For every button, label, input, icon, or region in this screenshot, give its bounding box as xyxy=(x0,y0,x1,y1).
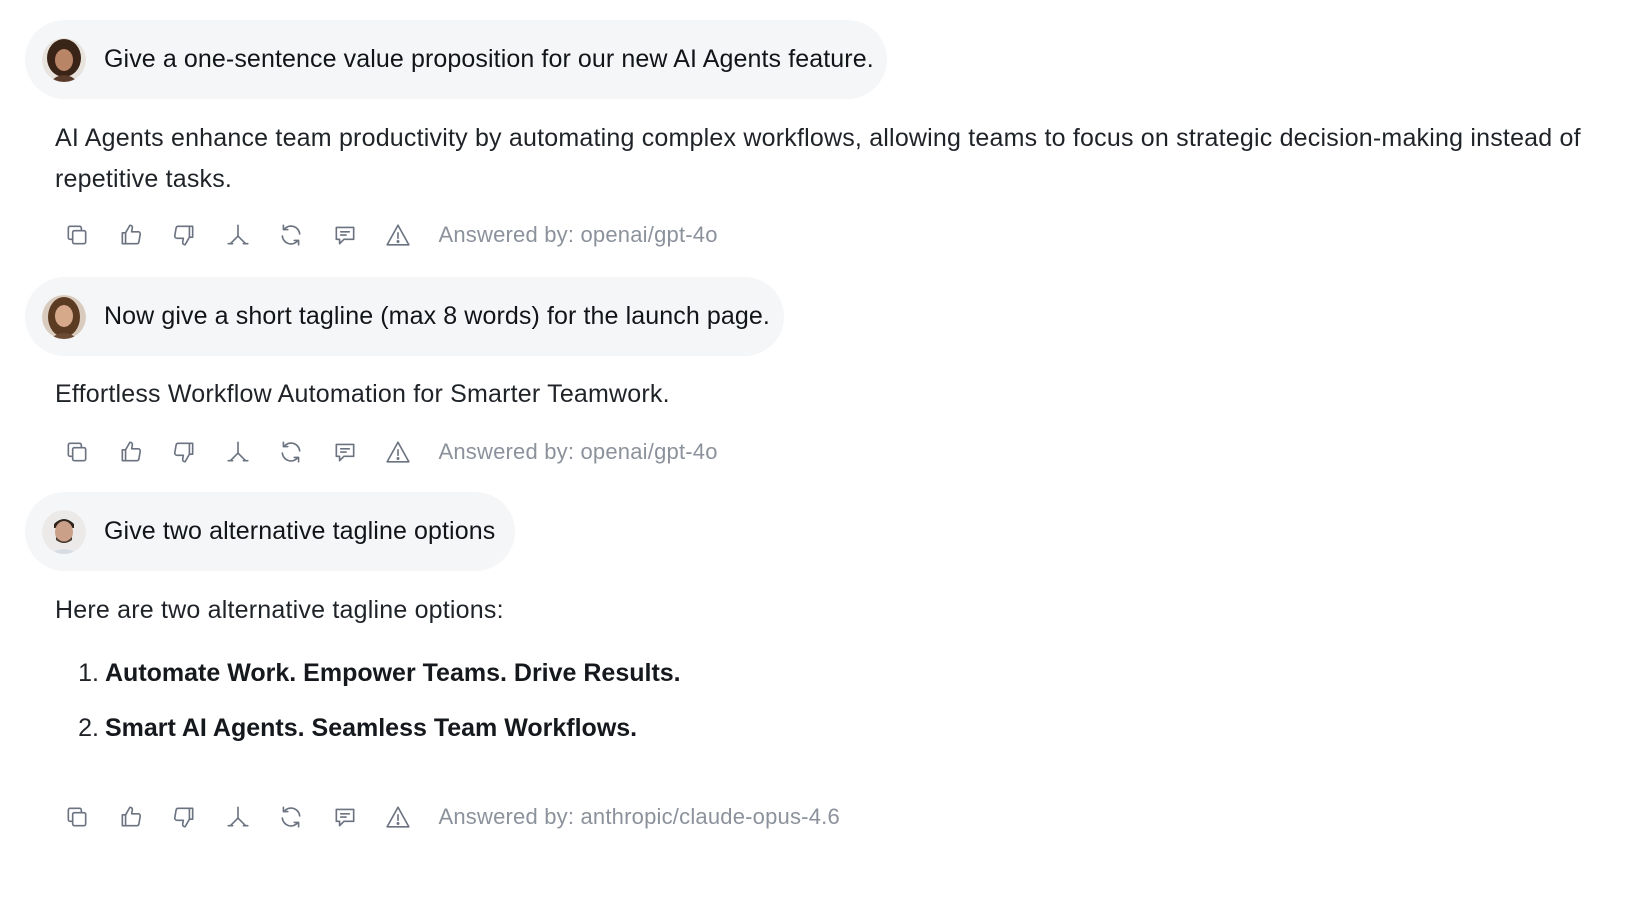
message-actions: Answered by: openai/gpt-4o xyxy=(62,437,718,467)
regenerate-icon xyxy=(281,806,301,828)
copy-button[interactable] xyxy=(62,437,92,467)
comment-button[interactable] xyxy=(330,437,360,467)
user-message-text: Now give a short tagline (max 8 words) f… xyxy=(104,302,770,330)
branch-button[interactable] xyxy=(223,437,253,467)
user-avatar xyxy=(42,294,86,339)
comment-button[interactable] xyxy=(330,802,360,832)
thumbs-up-button[interactable] xyxy=(116,437,146,467)
assistant-message-text: Effortless Workflow Automation for Smart… xyxy=(55,380,670,408)
thumbs-down-icon xyxy=(173,807,194,828)
copy-icon xyxy=(67,807,87,827)
copy-button[interactable] xyxy=(62,802,92,832)
user-message: Give a one-sentence value proposition fo… xyxy=(25,20,887,99)
copy-icon xyxy=(67,225,87,245)
branch-icon xyxy=(226,806,249,827)
comment-button[interactable] xyxy=(330,220,360,250)
answered-by-label: Answered by: openai/gpt-4o xyxy=(438,222,718,247)
user-avatar xyxy=(42,509,86,554)
assistant-message-text: AI Agents enhance team productivity by a… xyxy=(55,124,1581,193)
branch-icon xyxy=(226,441,249,462)
list-item-number: 1. xyxy=(78,659,99,687)
chat-thread: Give a one-sentence value proposition fo… xyxy=(0,0,1626,904)
thumbs-up-icon xyxy=(121,441,141,462)
branch-button[interactable] xyxy=(223,220,253,250)
user-message: Now give a short tagline (max 8 words) f… xyxy=(25,277,784,356)
comment-icon xyxy=(335,443,354,462)
regenerate-icon xyxy=(281,441,301,463)
message-actions: Answered by: anthropic/claude-opus-4.6 xyxy=(62,802,840,832)
user-avatar xyxy=(42,37,86,82)
thumbs-up-button[interactable] xyxy=(116,220,146,250)
regenerate-button[interactable] xyxy=(276,437,306,467)
thumbs-down-button[interactable] xyxy=(169,220,199,250)
list-item-number: 2. xyxy=(78,714,99,742)
regenerate-button[interactable] xyxy=(276,220,306,250)
thumbs-down-button[interactable] xyxy=(169,437,199,467)
warning-icon xyxy=(386,224,410,246)
comment-icon xyxy=(335,226,354,245)
tagline-options-list: 1. Automate Work. Empower Teams. Drive R… xyxy=(55,646,681,756)
list-item-text: Automate Work. Empower Teams. Drive Resu… xyxy=(105,659,681,687)
copy-button[interactable] xyxy=(62,220,92,250)
thumbs-up-icon xyxy=(121,806,141,827)
branch-icon xyxy=(226,224,249,245)
answered-by-label: Answered by: anthropic/claude-opus-4.6 xyxy=(438,804,840,829)
regenerate-icon xyxy=(281,224,301,246)
report-button[interactable] xyxy=(383,220,413,250)
thumbs-down-icon xyxy=(173,225,194,246)
report-button[interactable] xyxy=(383,437,413,467)
list-item: 1. Automate Work. Empower Teams. Drive R… xyxy=(55,646,681,701)
warning-icon xyxy=(386,441,410,463)
thumbs-down-icon xyxy=(173,442,194,463)
comment-icon xyxy=(335,808,354,827)
user-message-text: Give two alternative tagline options xyxy=(104,517,496,545)
thumbs-up-icon xyxy=(121,224,141,245)
copy-icon xyxy=(67,442,87,462)
thumbs-up-button[interactable] xyxy=(116,802,146,832)
user-message-text: Give a one-sentence value proposition fo… xyxy=(104,45,874,73)
user-message: Give two alternative tagline options xyxy=(25,492,515,571)
answered-by-label: Answered by: openai/gpt-4o xyxy=(438,439,718,464)
warning-icon xyxy=(386,806,410,828)
message-actions: Answered by: openai/gpt-4o xyxy=(62,220,718,250)
assistant-message-intro: Here are two alternative tagline options… xyxy=(55,596,504,624)
regenerate-button[interactable] xyxy=(276,802,306,832)
list-item: 2. Smart AI Agents. Seamless Team Workfl… xyxy=(55,701,681,756)
list-item-text: Smart AI Agents. Seamless Team Workflows… xyxy=(105,714,638,742)
branch-button[interactable] xyxy=(223,802,253,832)
thumbs-down-button[interactable] xyxy=(169,802,199,832)
report-button[interactable] xyxy=(383,802,413,832)
